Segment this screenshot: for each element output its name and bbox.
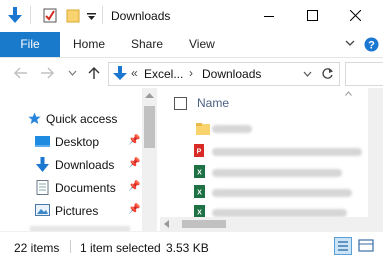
excel-file-icon: X (194, 165, 205, 178)
breadcrumb-separator: › (189, 66, 193, 80)
nav-label: Desktop (55, 135, 100, 149)
blurred-filename (212, 189, 352, 197)
refresh-icon[interactable] (321, 67, 334, 80)
item-count: 22 items (14, 241, 60, 255)
svg-text:?: ? (368, 40, 375, 52)
ribbon-tabs: File Home Share View ? (0, 32, 383, 58)
scroll-left-icon[interactable] (164, 220, 170, 228)
nav-label: Documents (55, 181, 116, 195)
file-row[interactable]: X (190, 164, 380, 183)
large-icons-view-icon[interactable] (357, 237, 375, 255)
documents-icon (36, 180, 49, 195)
file-row[interactable]: X (190, 184, 380, 203)
file-list-horizontal-scrollbar[interactable] (160, 217, 368, 231)
tab-view[interactable]: View (189, 32, 215, 57)
new-folder-icon[interactable] (66, 8, 80, 23)
breadcrumb-downloads[interactable]: Downloads (202, 67, 261, 81)
nav-item-downloads[interactable]: Downloads 📌 (0, 154, 157, 176)
file-list-pane: Name P X X X (160, 88, 383, 231)
sort-indicator-icon (345, 91, 352, 96)
breadcrumb-excel[interactable]: Excel... (144, 67, 183, 81)
selection-size: 3.53 KB (166, 241, 209, 255)
forward-arrow-icon[interactable] (40, 67, 54, 79)
file-list-vertical-scrollbar[interactable] (368, 88, 383, 231)
minimize-button[interactable] (264, 16, 274, 17)
up-arrow-icon[interactable] (88, 66, 100, 80)
column-header-name[interactable]: Name (197, 96, 229, 110)
pictures-icon (35, 204, 50, 216)
nav-label: Quick access (46, 112, 118, 126)
title-bar: Downloads (0, 0, 383, 32)
title-divider (102, 6, 103, 24)
search-box[interactable] (345, 62, 383, 86)
desktop-folder-icon (35, 136, 50, 147)
navigation-pane: Quick access Desktop 📌 Downloads 📌 Docum… (0, 88, 157, 231)
file-row[interactable]: P (190, 143, 380, 162)
nav-scrollbar[interactable] (142, 88, 157, 231)
blurred-filename (212, 125, 252, 133)
nav-item-quick-access[interactable]: Quick access (0, 108, 157, 130)
maximize-button[interactable] (307, 10, 318, 21)
blurred-filename (212, 209, 347, 217)
breadcrumb-overflow[interactable]: « (131, 66, 138, 80)
expand-ribbon-icon[interactable] (345, 39, 355, 47)
pin-icon[interactable]: 📌 (128, 181, 140, 192)
file-tab[interactable]: File (0, 32, 60, 57)
horizontal-scroll-thumb[interactable] (182, 220, 226, 228)
window-title: Downloads (111, 9, 171, 23)
nav-item-pictures[interactable]: Pictures 📌 (0, 200, 157, 222)
tab-home[interactable]: Home (73, 32, 105, 57)
customize-toolbar-icon[interactable] (87, 13, 96, 21)
nav-label: Pictures (55, 204, 99, 218)
pin-icon[interactable]: 📌 (128, 135, 140, 146)
download-arrow-icon (36, 157, 49, 172)
select-all-checkbox[interactable] (174, 97, 187, 110)
details-view-icon[interactable] (334, 237, 352, 255)
close-button[interactable] (350, 10, 361, 21)
address-dropdown-icon[interactable] (303, 71, 312, 77)
toolbar-divider (30, 6, 31, 24)
tab-share[interactable]: Share (131, 32, 163, 57)
back-arrow-icon[interactable] (14, 67, 28, 79)
file-row[interactable] (190, 120, 380, 139)
help-icon[interactable]: ? (364, 37, 379, 52)
blurred-filename (212, 148, 362, 156)
properties-icon[interactable] (43, 8, 57, 23)
pin-icon[interactable]: 📌 (128, 204, 140, 215)
status-divider (70, 240, 71, 253)
excel-file-icon: X (194, 185, 205, 198)
nav-label: Downloads (55, 158, 115, 172)
svg-text:X: X (197, 210, 202, 217)
scroll-up-icon[interactable] (145, 93, 154, 99)
pin-icon[interactable]: 📌 (128, 158, 140, 169)
nav-item-documents[interactable]: Documents 📌 (0, 177, 157, 199)
star-icon (28, 112, 41, 124)
pdf-file-icon: P (194, 144, 204, 157)
address-bar[interactable]: « Excel... › Downloads (108, 62, 340, 86)
address-row: « Excel... › Downloads (0, 58, 383, 88)
selection-count: 1 item selected (80, 241, 161, 255)
recent-locations-icon[interactable] (68, 70, 77, 77)
status-bar: 22 items 1 item selected 3.53 KB (0, 231, 383, 261)
down-arrow-icon[interactable] (8, 6, 22, 24)
svg-text:X: X (197, 190, 202, 197)
nav-item-desktop[interactable]: Desktop 📌 (0, 131, 157, 153)
svg-text:P: P (197, 149, 202, 156)
nav-scroll-thumb[interactable] (144, 106, 155, 148)
blurred-filename (212, 169, 342, 177)
svg-text:X: X (197, 170, 202, 177)
downloads-location-icon (113, 66, 127, 80)
folder-icon (196, 123, 210, 135)
